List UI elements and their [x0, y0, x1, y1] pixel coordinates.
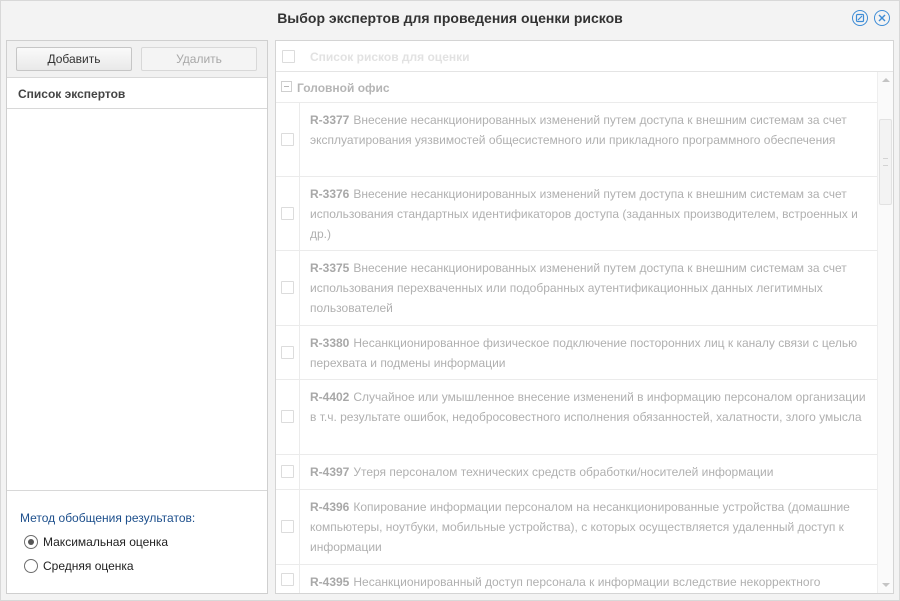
risk-description: Внесение несанкционированных изменений п…: [310, 261, 847, 315]
risks-panel: Список рисков для оценки Головной офис R…: [275, 40, 894, 594]
risk-description: Случайное или умышленное внесение измене…: [310, 390, 866, 424]
risk-code: R-4397: [310, 465, 350, 479]
max-score-option[interactable]: Максимальная оценка: [24, 535, 168, 549]
risk-checkbox[interactable]: [281, 132, 294, 146]
risk-code: R-3377: [310, 113, 350, 127]
aggregation-method-label: Метод обобщения результатов:: [20, 511, 196, 525]
select-all-checkbox[interactable]: [282, 50, 295, 63]
risk-text: R-4396 Копирование информации персоналом …: [310, 497, 867, 557]
risk-text: R-4397 Утеря персоналом технических средс…: [310, 462, 867, 482]
risk-text: R-4395 Несанкционированный доступ персона…: [310, 572, 867, 592]
risk-checkbox-cell: [276, 326, 300, 379]
risk-row[interactable]: R-4397 Утеря персоналом технических средс…: [276, 454, 877, 489]
risk-code: R-3380: [310, 336, 350, 350]
aggregation-method-group: Метод обобщения результатов: Максимальна…: [7, 490, 267, 593]
risk-text: R-3377 Внесение несанкционированных измен…: [310, 110, 867, 150]
risk-checkbox-cell: [276, 565, 300, 593]
avg-score-option[interactable]: Средняя оценка: [24, 559, 134, 573]
risk-checkbox[interactable]: [281, 206, 294, 220]
risk-checkbox-cell: [276, 251, 300, 325]
risk-code: R-4402: [310, 390, 350, 404]
max-score-label: Максимальная оценка: [43, 535, 169, 549]
risk-checkbox[interactable]: [281, 345, 294, 359]
settings-icon[interactable]: [852, 10, 868, 26]
risk-checkbox-cell: [276, 455, 300, 489]
max-score-radio[interactable]: [24, 535, 38, 549]
risk-row[interactable]: R-3376 Внесение несанкционированных измен…: [276, 176, 877, 250]
scroll-down-icon[interactable]: [882, 583, 890, 587]
risk-description: Копирование информации персоналом на нес…: [310, 500, 850, 554]
risk-experts-dialog: Выбор экспертов для проведения оценки ри…: [0, 0, 900, 601]
title-bar: Выбор экспертов для проведения оценки ри…: [1, 1, 899, 37]
group-label: Головной офис: [297, 81, 390, 95]
risk-description: Внесение несанкционированных изменений п…: [310, 113, 847, 147]
risk-row[interactable]: R-3377 Внесение несанкционированных измен…: [276, 102, 877, 176]
risk-description: Утеря персоналом технических средств обр…: [353, 465, 774, 479]
risk-checkbox-cell: [276, 490, 300, 564]
scroll-thumb[interactable]: [879, 119, 892, 205]
scroll-up-icon[interactable]: [882, 78, 890, 82]
risk-checkbox[interactable]: [281, 520, 294, 533]
risk-code: R-3375: [310, 261, 350, 275]
avg-score-label: Средняя оценка: [43, 559, 134, 573]
risk-row[interactable]: R-3375 Внесение несанкционированных измен…: [276, 250, 877, 325]
experts-list-header: Список экспертов: [7, 78, 267, 109]
risk-checkbox[interactable]: [281, 465, 294, 478]
risk-checkbox[interactable]: [281, 410, 294, 423]
experts-toolbar: Добавить Удалить: [7, 41, 267, 78]
experts-list[interactable]: [7, 109, 267, 490]
risk-description: Несанкционированный доступ персонала к и…: [353, 575, 821, 589]
risk-checkbox-cell: [276, 103, 300, 176]
dialog-title: Выбор экспертов для проведения оценки ри…: [277, 10, 623, 26]
risks-list-title: Список рисков для оценки: [310, 50, 470, 64]
risk-description: Несанкционированное физическое подключен…: [310, 336, 858, 370]
risk-code: R-3376: [310, 187, 350, 201]
experts-panel: Добавить Удалить Список экспертов Метод …: [6, 40, 268, 594]
risk-text: R-3375 Внесение несанкционированных измен…: [310, 258, 867, 318]
delete-expert-button[interactable]: Удалить: [141, 47, 257, 71]
risk-code: R-4395: [310, 575, 350, 589]
risk-row[interactable]: R-3380 Несанкционированное физическое под…: [276, 325, 877, 379]
risk-text: R-3380 Несанкционированное физическое под…: [310, 333, 867, 373]
risk-description: Внесение несанкционированных изменений п…: [310, 187, 858, 241]
group-row[interactable]: Головной офис: [276, 72, 893, 102]
risk-checkbox-cell: [276, 380, 300, 454]
avg-score-radio[interactable]: [24, 559, 38, 573]
risk-checkbox-cell: [276, 177, 300, 250]
close-icon[interactable]: [874, 10, 890, 26]
risks-list-header: Список рисков для оценки: [276, 41, 893, 72]
add-expert-button[interactable]: Добавить: [16, 47, 132, 71]
risk-checkbox[interactable]: [281, 281, 294, 294]
risks-scrollbar[interactable]: [877, 72, 893, 593]
risk-row[interactable]: R-4395 Несанкционированный доступ персона…: [276, 564, 877, 593]
risk-row[interactable]: R-4396 Копирование информации персоналом …: [276, 489, 877, 564]
risk-checkbox[interactable]: [281, 572, 294, 586]
collapse-group-icon[interactable]: [281, 81, 292, 92]
risk-row[interactable]: R-4402 Случайное или умышленное внесение …: [276, 379, 877, 454]
risk-text: R-3376 Внесение несанкционированных измен…: [310, 184, 867, 244]
risk-text: R-4402 Случайное или умышленное внесение …: [310, 387, 867, 427]
risk-code: R-4396: [310, 500, 350, 514]
